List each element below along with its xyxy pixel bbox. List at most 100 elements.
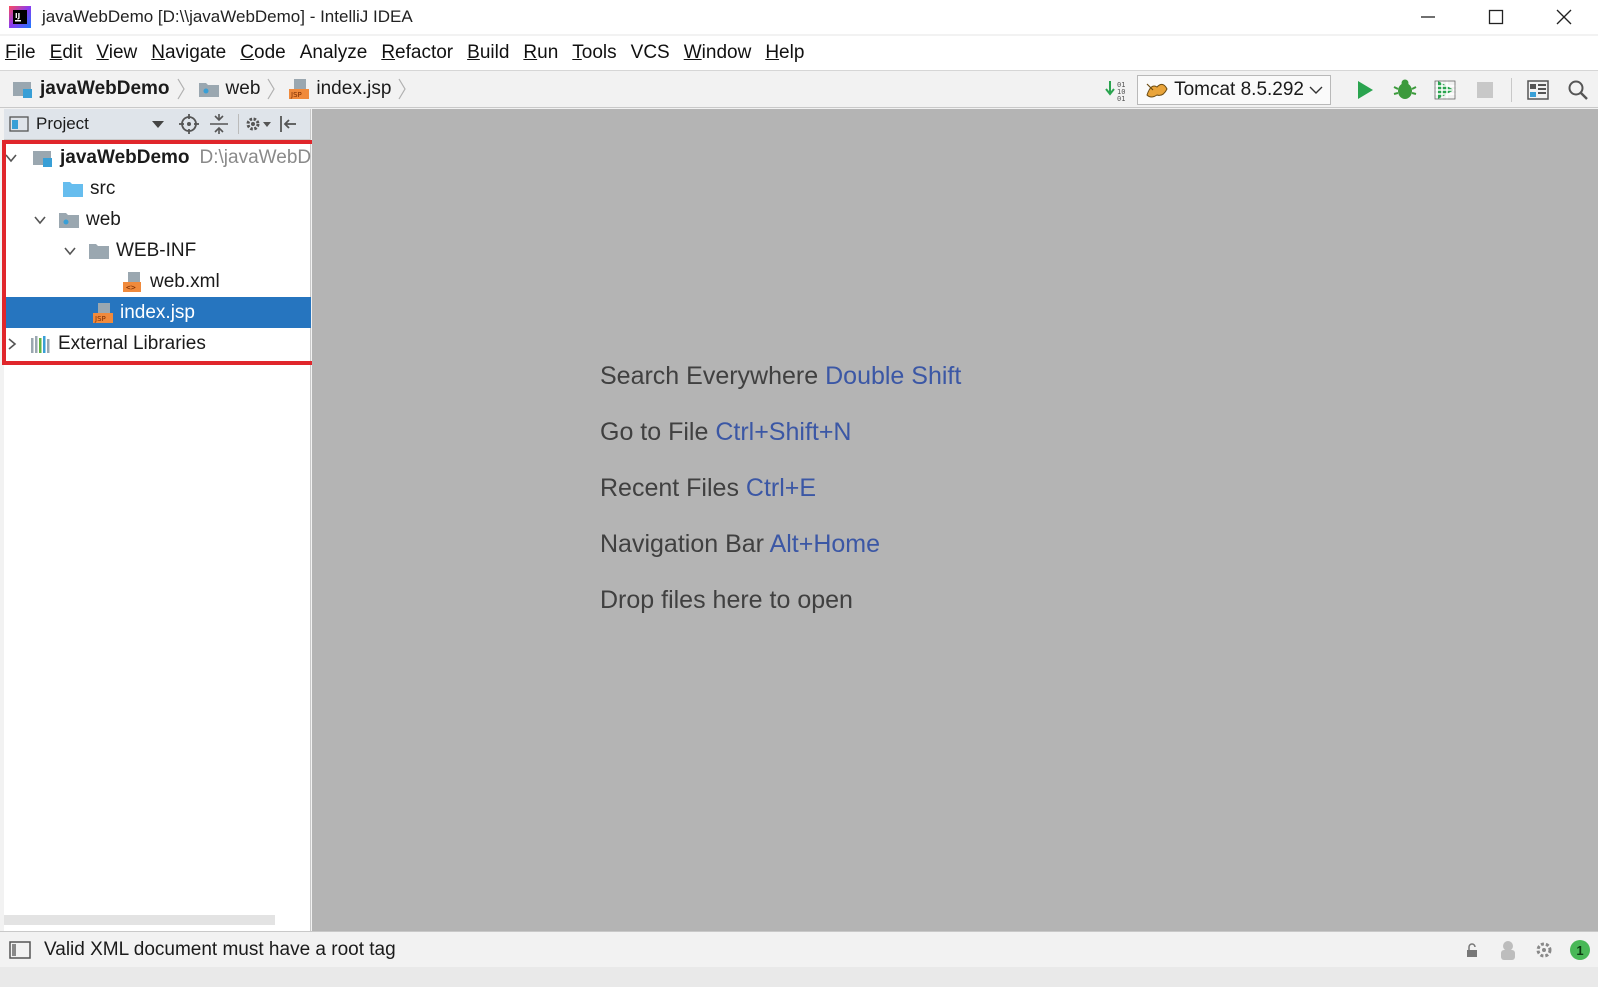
maximize-button[interactable] xyxy=(1462,0,1530,34)
menu-mnemonic: C xyxy=(240,42,254,63)
project-structure-button[interactable] xyxy=(1518,71,1558,109)
breadcrumb-web[interactable]: web xyxy=(186,70,277,108)
tree-node-web-xml[interactable]: <> web.xml xyxy=(4,266,311,297)
menu-mnemonic: N xyxy=(151,42,165,63)
tree-node-label: index.jsp xyxy=(120,301,195,323)
breadcrumb-project[interactable]: javaWebDemo xyxy=(0,70,186,108)
intellij-logo-icon: IJ xyxy=(9,6,31,28)
menu-bar: File Edit View Navigate Code Analyze Ref… xyxy=(0,36,1598,70)
status-bar: Valid XML document must have a root tag … xyxy=(0,931,1598,967)
collapsed-chevron-icon[interactable] xyxy=(4,336,20,352)
notifications-button[interactable]: 1 xyxy=(1562,932,1598,968)
collapse-all-button[interactable] xyxy=(204,109,234,140)
inspector-indicator[interactable] xyxy=(1490,932,1526,968)
stop-button[interactable] xyxy=(1465,71,1505,109)
svg-text:<>: <> xyxy=(126,283,136,292)
menu-edit[interactable]: Edit xyxy=(50,42,83,64)
menu-navigate[interactable]: Navigate xyxy=(151,42,226,64)
tree-node-index-jsp[interactable]: JSP index.jsp xyxy=(4,297,311,328)
chevron-down-icon xyxy=(1309,86,1323,94)
project-view-icon xyxy=(9,116,29,132)
source-folder-icon xyxy=(62,179,84,199)
menu-mnemonic: E xyxy=(49,42,63,63)
title-bar: IJ javaWebDemo [D:\\javaWebDemo] - Intel… xyxy=(0,0,1598,34)
menu-window[interactable]: Window xyxy=(684,42,752,64)
menu-code[interactable]: Code xyxy=(240,42,285,64)
expanded-chevron-icon[interactable] xyxy=(62,243,78,259)
menu-refactor[interactable]: Refactor xyxy=(381,42,453,64)
hide-panel-button[interactable] xyxy=(273,109,303,140)
libraries-icon xyxy=(30,334,52,354)
chevron-right-icon xyxy=(177,78,185,100)
menu-label: uild xyxy=(479,42,510,63)
tree-node-label: External Libraries xyxy=(58,332,206,354)
tree-node-javawebdemo[interactable]: javaWebDemo D:\javaWebDemo xyxy=(4,142,311,173)
menu-label: avigate xyxy=(164,42,227,63)
locate-file-button[interactable] xyxy=(174,109,204,140)
search-everywhere-button[interactable] xyxy=(1558,71,1598,109)
status-message: Valid XML document must have a root tag xyxy=(44,938,396,960)
jsp-file-icon: JSP xyxy=(289,79,310,99)
menu-view[interactable]: View xyxy=(96,42,137,64)
tree-node-web-inf[interactable]: WEB-INF xyxy=(4,235,311,266)
hint-drop-files: Drop files here to open xyxy=(600,583,961,639)
project-view-selector[interactable]: Project xyxy=(4,114,174,134)
expanded-chevron-icon[interactable] xyxy=(32,212,48,228)
folder-icon xyxy=(88,241,110,261)
run-configuration-label: Tomcat 8.5.292 xyxy=(1174,79,1304,100)
svg-text:JSP: JSP xyxy=(94,315,106,323)
settings-gear-icon xyxy=(1536,942,1552,958)
menu-analyze[interactable]: Analyze xyxy=(300,42,368,64)
tree-node-label: WEB-INF xyxy=(116,239,197,261)
breadcrumb-label: javaWebDemo xyxy=(40,78,170,99)
project-structure-icon xyxy=(1527,80,1549,100)
tool-windows-toggle-icon[interactable] xyxy=(8,939,32,961)
close-button[interactable] xyxy=(1530,0,1598,34)
expanded-chevron-icon[interactable] xyxy=(4,150,18,166)
menu-vcs[interactable]: VCS xyxy=(631,42,670,64)
breadcrumb-index-jsp[interactable]: JSP index.jsp xyxy=(276,70,407,108)
hint-shortcut: Alt+Home xyxy=(769,530,881,558)
menu-label: efactor xyxy=(395,42,454,63)
menu-label: ools xyxy=(581,42,617,63)
collapse-all-icon xyxy=(210,114,228,134)
menu-file[interactable]: File xyxy=(5,42,36,64)
menu-run[interactable]: Run xyxy=(523,42,558,64)
close-icon xyxy=(1556,9,1572,25)
menu-label: elp xyxy=(779,42,805,63)
menu-mnemonic: B xyxy=(467,42,480,63)
jsp-file-icon: JSP xyxy=(92,302,114,324)
unlock-icon xyxy=(1467,943,1477,957)
menu-help[interactable]: Help xyxy=(765,42,804,64)
menu-tools[interactable]: Tools xyxy=(572,42,616,64)
window-bottom-edge xyxy=(0,967,1598,987)
menu-label: ile xyxy=(16,42,36,63)
header-separator xyxy=(238,114,239,134)
lock-indicator[interactable] xyxy=(1454,932,1490,968)
tree-node-src[interactable]: src xyxy=(4,173,311,204)
svg-text:IJ: IJ xyxy=(15,12,20,20)
build-project-button[interactable]: 01 10 01 xyxy=(1097,71,1137,109)
menu-build[interactable]: Build xyxy=(467,42,509,64)
tree-node-label: web.xml xyxy=(150,270,220,292)
menu-label: VCS xyxy=(630,42,670,63)
window-title: javaWebDemo [D:\\javaWebDemo] - IntelliJ… xyxy=(42,7,413,26)
run-configuration-select[interactable]: Tomcat 8.5.292 xyxy=(1137,75,1331,105)
run-button[interactable] xyxy=(1345,71,1385,109)
hint-recent-files: Recent Files Ctrl+E xyxy=(600,471,961,527)
debug-button[interactable] xyxy=(1385,71,1425,109)
background-tasks-indicator[interactable] xyxy=(1526,932,1562,968)
tree-node-web[interactable]: web xyxy=(4,204,311,235)
hint-navigation-bar: Navigation Bar Alt+Home xyxy=(600,527,961,583)
tree-node-external-libraries[interactable]: External Libraries xyxy=(4,328,311,359)
run-with-coverage-button[interactable] xyxy=(1425,71,1465,109)
ide-window: IJ javaWebDemo [D:\\javaWebDemo] - Intel… xyxy=(0,0,1598,987)
hint-go-to-file: Go to File Ctrl+Shift+N xyxy=(600,415,961,471)
hint-text: Recent Files xyxy=(600,474,739,502)
minimize-button[interactable] xyxy=(1394,0,1462,34)
stop-icon xyxy=(1477,82,1493,98)
project-settings-button[interactable] xyxy=(243,109,273,140)
horizontal-scrollbar[interactable] xyxy=(4,915,275,925)
hide-panel-icon xyxy=(280,116,296,132)
editor-empty-area[interactable]: Search Everywhere Double Shift Go to Fil… xyxy=(312,109,1598,931)
